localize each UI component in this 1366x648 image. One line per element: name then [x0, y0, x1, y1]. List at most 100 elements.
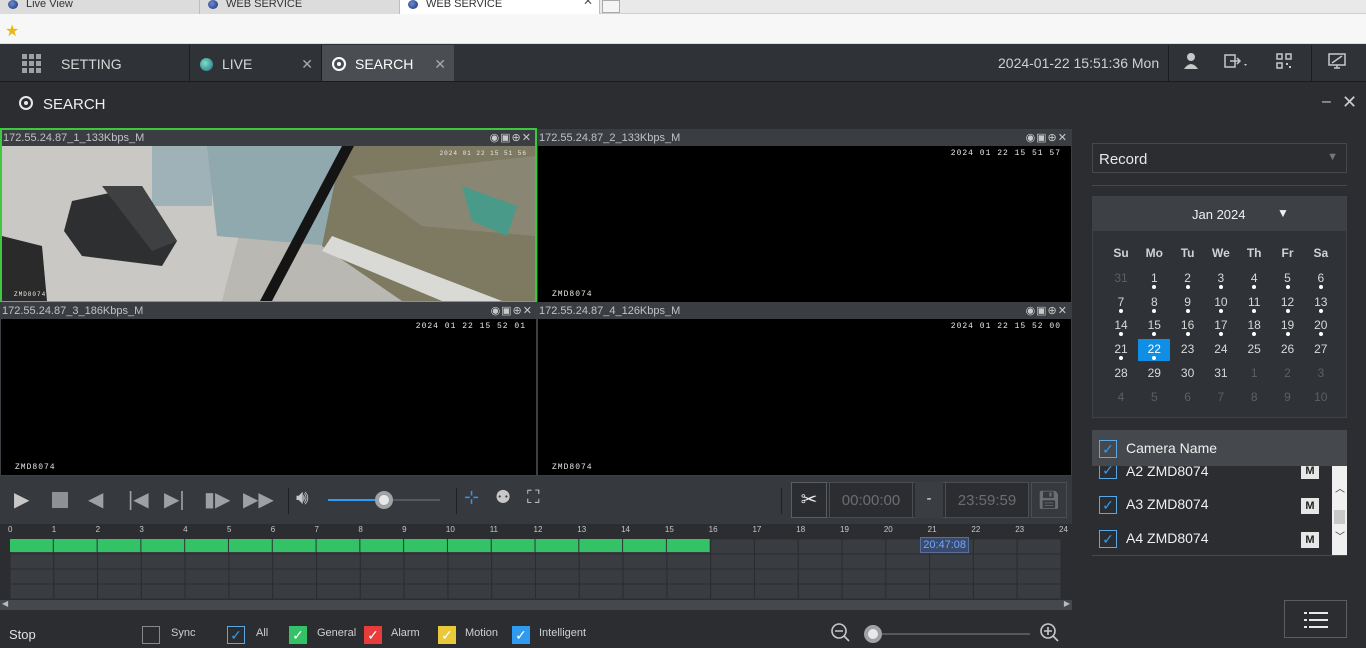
record-segment[interactable]: [447, 539, 491, 552]
calendar-day[interactable]: 26: [1272, 339, 1304, 361]
general-checkbox[interactable]: ✓: [289, 626, 307, 644]
video-tools-icons[interactable]: ◉▣⊕✕: [490, 130, 532, 146]
next-frame-icon[interactable]: ▶|: [164, 487, 185, 512]
zoom-out-icon[interactable]: [831, 623, 851, 648]
zoom-in-icon[interactable]: [1040, 623, 1060, 648]
calendar-day[interactable]: 23: [1172, 339, 1204, 361]
video-tools-icons[interactable]: ◉▣⊕✕: [1026, 130, 1068, 146]
calendar-day[interactable]: 31: [1105, 268, 1137, 290]
stop-icon[interactable]: [52, 492, 68, 508]
favorites-star-icon[interactable]: ★: [5, 21, 19, 41]
zoom-knob[interactable]: [864, 625, 882, 643]
timeline[interactable]: 0 1 2 3 4 5 6 7 8 9 10 11 12 13 14 15 16 17 18 19 20 21 22 23 24…: [0, 524, 1072, 612]
record-segment[interactable]: [360, 539, 404, 552]
camera-main-stream-button[interactable]: M: [1301, 532, 1319, 548]
all-checkbox[interactable]: ✓: [227, 626, 245, 644]
calendar-day[interactable]: 31: [1205, 363, 1237, 385]
save-clip-icon[interactable]: 💾︎: [1031, 482, 1067, 518]
camera-row[interactable]: ✓ A2 ZMD8074 M: [1092, 466, 1332, 487]
new-tab-button[interactable]: [602, 0, 620, 13]
calendar-day[interactable]: 3: [1305, 363, 1337, 385]
camera-row[interactable]: ✓ A3 ZMD8074 M: [1092, 487, 1332, 521]
tab-live[interactable]: LIVE ✕: [190, 45, 321, 81]
motion-checkbox[interactable]: ✓: [438, 626, 456, 644]
calendar-day[interactable]: 24: [1205, 339, 1237, 361]
record-segment[interactable]: [623, 539, 666, 552]
record-segment[interactable]: [579, 539, 623, 552]
timeline-grid[interactable]: [0, 536, 1072, 602]
close-icon[interactable]: ✕: [434, 45, 446, 83]
record-segment[interactable]: [316, 539, 360, 552]
record-segment[interactable]: [666, 539, 710, 552]
alarm-checkbox[interactable]: ✓: [364, 626, 382, 644]
video-cell-3[interactable]: 172.55.24.87_3_186Kbps_M ◉▣⊕✕ 2024 01 22…: [0, 302, 537, 476]
record-segment[interactable]: [10, 539, 53, 552]
human-detect-icon[interactable]: ⚉: [495, 487, 511, 508]
smart-search-icon[interactable]: ⊹: [464, 487, 479, 508]
clip-start-time[interactable]: 00:00:00: [829, 482, 913, 518]
video-cell-4[interactable]: 172.55.24.87_4_126Kbps_M ◉▣⊕✕ 2024 01 22…: [537, 302, 1072, 476]
volume-slider[interactable]: [328, 491, 440, 509]
slow-play-icon[interactable]: ▮▶: [204, 487, 230, 512]
record-segment[interactable]: [141, 539, 185, 552]
timeline-zoom-slider[interactable]: [864, 625, 1030, 643]
camera-checkbox[interactable]: ✓: [1099, 530, 1117, 548]
logout-icon[interactable]: [1224, 53, 1250, 73]
calendar-day[interactable]: 9: [1272, 387, 1304, 409]
sync-checkbox[interactable]: [142, 626, 160, 644]
timeline-scrollbar[interactable]: ◀ ▶: [0, 599, 1072, 610]
close-window-icon[interactable]: ✕: [1342, 92, 1357, 113]
browser-tab[interactable]: Live View: [0, 0, 200, 14]
play-icon[interactable]: ▶: [14, 487, 29, 512]
calendar-day[interactable]: 25: [1238, 339, 1270, 361]
calendar-day[interactable]: 28: [1105, 363, 1137, 385]
camera-main-stream-button[interactable]: M: [1301, 498, 1319, 514]
camera-list-scrollbar[interactable]: ︿ ﹀: [1332, 466, 1347, 555]
record-segment[interactable]: [272, 539, 316, 552]
file-list-button[interactable]: [1284, 600, 1347, 638]
video-cell-2[interactable]: 172.55.24.87_2_133Kbps_M ◉▣⊕✕ 2024 01 22…: [537, 129, 1072, 303]
tab-search[interactable]: SEARCH ✕: [322, 45, 454, 81]
month-dropdown-icon[interactable]: ▼: [1277, 206, 1289, 220]
display-icon[interactable]: [1328, 53, 1346, 73]
record-segment[interactable]: [491, 539, 535, 552]
video-cell-1[interactable]: 172.55.24.87_1_133Kbps_M ◉▣⊕✕ 2024 01 22…: [0, 128, 537, 303]
scroll-up-icon[interactable]: ︿: [1335, 480, 1345, 495]
scroll-left-icon[interactable]: ◀: [2, 599, 8, 608]
record-segment[interactable]: [535, 539, 579, 552]
camera-checkbox[interactable]: ✓: [1099, 496, 1117, 514]
scroll-right-icon[interactable]: ▶: [1064, 599, 1070, 608]
record-segment[interactable]: [404, 539, 447, 552]
record-type-select[interactable]: Record ▼: [1092, 143, 1347, 173]
record-segment[interactable]: [185, 539, 228, 552]
play-backward-icon[interactable]: ◀: [88, 487, 103, 512]
scroll-thumb[interactable]: [1334, 510, 1345, 524]
intelligent-checkbox[interactable]: ✓: [512, 626, 530, 644]
camera-checkbox[interactable]: ✓: [1099, 466, 1117, 479]
browser-tab-active[interactable]: WEB SERVICE ✕: [400, 0, 600, 14]
volume-icon[interactable]: 🔊︎: [296, 487, 309, 510]
camera-row[interactable]: ✓ A4 ZMD8074 M: [1092, 521, 1332, 555]
video-tools-icons[interactable]: ◉▣⊕✕: [491, 303, 533, 319]
qrcode-icon[interactable]: [1276, 53, 1292, 73]
record-segment[interactable]: [97, 539, 141, 552]
calendar-day[interactable]: 30: [1172, 363, 1204, 385]
fullscreen-icon[interactable]: ⛶: [527, 487, 540, 508]
calendar-day[interactable]: 29: [1138, 363, 1170, 385]
camera-all-checkbox[interactable]: ✓: [1099, 440, 1117, 458]
clip-end-time[interactable]: 23:59:59: [945, 482, 1029, 518]
calendar-day[interactable]: 27: [1305, 339, 1337, 361]
close-tab-icon[interactable]: ✕: [583, 0, 593, 7]
calendar-day[interactable]: 5: [1138, 387, 1170, 409]
calendar-day[interactable]: 1: [1238, 363, 1270, 385]
calendar-day[interactable]: 8: [1238, 387, 1270, 409]
record-segment[interactable]: [53, 539, 97, 552]
calendar-day[interactable]: 4: [1105, 387, 1137, 409]
close-icon[interactable]: ✕: [301, 45, 313, 83]
user-icon[interactable]: [1184, 53, 1198, 73]
calendar-day[interactable]: 7: [1205, 387, 1237, 409]
volume-knob[interactable]: [375, 491, 393, 509]
setting-menu[interactable]: SETTING: [0, 45, 189, 81]
record-segment[interactable]: [228, 539, 272, 552]
browser-tab[interactable]: WEB SERVICE: [200, 0, 400, 14]
